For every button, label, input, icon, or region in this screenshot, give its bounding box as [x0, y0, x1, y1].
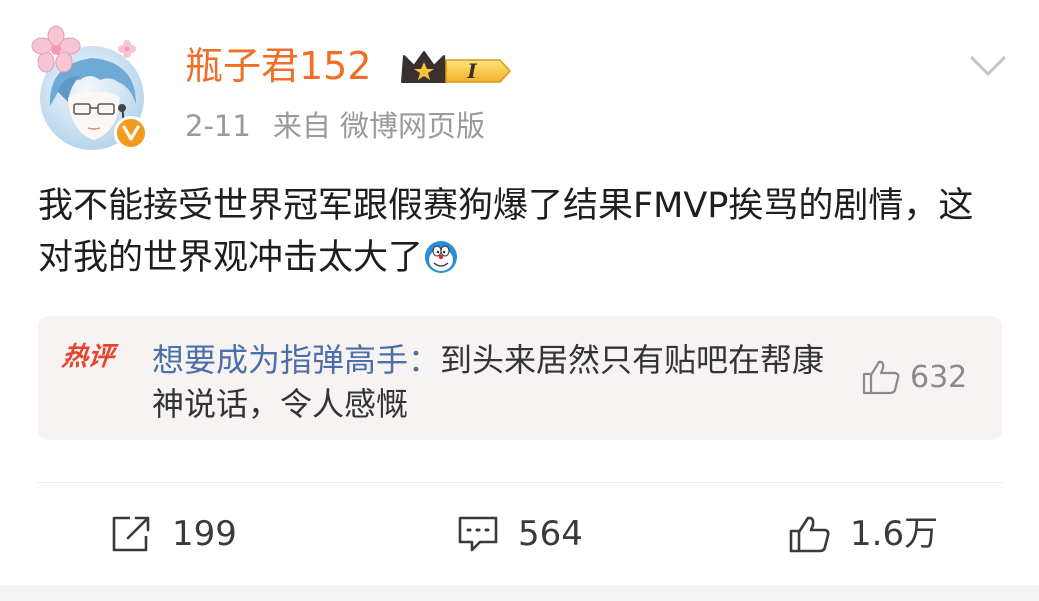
post-text: 我不能接受世界冠军跟假赛狗爆了结果FMVP挨骂的剧情，这对我的世界观冲击太大了: [38, 186, 974, 278]
hot-comment-body: 想要成为指弹高手：到头来居然只有贴吧在帮康神说话，令人感慨: [152, 338, 852, 426]
hot-comment-label: 热评: [60, 342, 116, 372]
hot-comment-card[interactable]: 热评 想要成为指弹高手：到头来居然只有贴吧在帮康神说话，令人感慨 632: [38, 316, 1002, 440]
flower-decoration-icon: [31, 25, 81, 73]
hot-comment-separator: ：: [408, 341, 441, 379]
like-button[interactable]: 1.6万: [788, 510, 938, 558]
comment-count: 564: [518, 514, 583, 554]
repost-button[interactable]: 199: [110, 510, 237, 558]
chevron-down-icon[interactable]: [968, 52, 1008, 80]
thumbs-up-icon: [789, 516, 830, 553]
divider: [38, 482, 1002, 483]
level-label: I: [466, 59, 477, 83]
repost-count: 199: [172, 514, 237, 554]
like-count: 1.6万: [850, 514, 939, 554]
post-meta: 2-11 来自 微博网页版: [185, 106, 507, 146]
small-flower-icon: [118, 40, 136, 58]
crown-level-badge-icon: I: [401, 51, 512, 83]
repost-icon: [112, 516, 150, 552]
verified-badge-icon: [114, 116, 148, 150]
comment-icon: [458, 516, 498, 552]
post-content: 我不能接受世界冠军跟假赛狗爆了结果FMVP挨骂的剧情，这对我的世界观冲击太大了: [38, 180, 998, 284]
comment-button[interactable]: 564: [456, 510, 583, 558]
hot-comment-like-count: 632: [910, 359, 968, 395]
post-source: 来自 微博网页版: [272, 109, 486, 143]
doraemon-emoji-icon: [425, 241, 458, 273]
thumbs-up-icon: [862, 360, 900, 395]
bottom-separator: [0, 585, 1039, 601]
hot-comment-like-button[interactable]: 632: [860, 358, 967, 396]
username[interactable]: 瓶子君152: [185, 40, 372, 92]
post-date: 2-11: [185, 109, 251, 143]
hot-comment-user[interactable]: 想要成为指弹高手: [152, 341, 408, 379]
